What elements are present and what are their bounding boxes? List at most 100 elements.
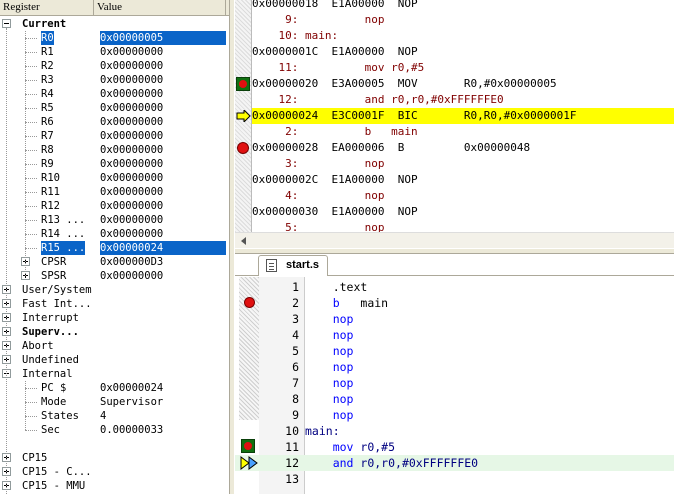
- tree-connector: [25, 234, 37, 235]
- editor-line[interactable]: 13: [235, 471, 674, 487]
- asm-line[interactable]: 0x00000018 E1A00000 NOP: [252, 0, 674, 12]
- code-keyword: nop: [332, 360, 354, 374]
- editor-line[interactable]: 4 nop: [235, 327, 674, 343]
- register-value: 0x00000000: [100, 270, 164, 282]
- editor-line[interactable]: 2 b main: [235, 295, 674, 311]
- editor-line[interactable]: 3 nop: [235, 311, 674, 327]
- scroll-left-arrow-icon[interactable]: [237, 234, 251, 248]
- register-row[interactable]: R14 ... 0x00000000: [0, 227, 229, 241]
- asm-line[interactable]: 0x00000030 E1A00000 NOP: [252, 204, 674, 220]
- line-number: 7: [292, 376, 299, 390]
- register-row[interactable]: CP15 - MMU: [0, 479, 229, 493]
- register-row[interactable]: Mode Supervisor: [0, 395, 229, 409]
- asm-line[interactable]: 0x00000028 EA000006 B 0x00000048: [252, 140, 674, 156]
- register-name: SPSR: [41, 270, 67, 282]
- source-line[interactable]: 3: nop: [252, 156, 674, 172]
- register-row[interactable]: R15 ... 0x00000024: [0, 241, 229, 255]
- source-line[interactable]: 9: nop: [252, 12, 674, 28]
- register-name: R2: [41, 60, 54, 72]
- source-line[interactable]: 12: and r0,r0,#0xFFFFFFE0: [252, 92, 674, 108]
- register-row[interactable]: R4 0x00000000: [0, 87, 229, 101]
- source-line[interactable]: 4: nop: [252, 188, 674, 204]
- collapse-minus-icon[interactable]: [2, 19, 11, 28]
- register-row[interactable]: R6 0x00000000: [0, 115, 229, 129]
- register-name: R6: [41, 116, 54, 128]
- editor-line[interactable]: 7 nop: [235, 375, 674, 391]
- code-keyword: nop: [332, 312, 354, 326]
- register-row[interactable]: CPSR 0x000000D3: [0, 255, 229, 269]
- register-value: 0x00000000: [100, 214, 164, 226]
- register-row[interactable]: CP15 - C...: [0, 465, 229, 479]
- register-row[interactable]: R13 ... 0x00000000: [0, 213, 229, 227]
- tree-connector: [25, 192, 37, 193]
- register-row[interactable]: PC $ 0x00000024: [0, 381, 229, 395]
- code-text: mov r0,#5: [305, 439, 395, 455]
- register-row[interactable]: R8 0x00000000: [0, 143, 229, 157]
- editor-line[interactable]: 12 and r0,r0,#0xFFFFFFE0: [235, 455, 674, 471]
- code-keyword: nop: [332, 408, 354, 422]
- register-row[interactable]: R7 0x00000000: [0, 129, 229, 143]
- register-row[interactable]: User/System: [0, 283, 229, 297]
- register-row[interactable]: Sec 0.00000033: [0, 423, 229, 437]
- editor-line[interactable]: 10 main:: [235, 423, 674, 439]
- register-row[interactable]: Undefined: [0, 353, 229, 367]
- source-line[interactable]: 2: b main: [252, 124, 674, 140]
- register-row[interactable]: Superv...: [0, 325, 229, 339]
- disassembly-horizontal-scrollbar[interactable]: [235, 232, 674, 248]
- source-line[interactable]: 5: nop: [252, 220, 674, 232]
- editor-tab-bar: start.s: [235, 254, 674, 276]
- asm-line[interactable]: 0x0000001C E1A00000 NOP: [252, 44, 674, 60]
- register-row[interactable]: R11 0x00000000: [0, 185, 229, 199]
- register-row[interactable]: Current: [0, 17, 229, 31]
- editor-line[interactable]: 8 nop: [235, 391, 674, 407]
- asm-line[interactable]: 0x00000024 E3C0001F BIC R0,R0,#0x0000001…: [252, 108, 674, 124]
- register-value: 0x00000000: [100, 172, 164, 184]
- editor-line[interactable]: 9 nop: [235, 407, 674, 423]
- asm-line[interactable]: 0x0000002C E1A00000 NOP: [252, 172, 674, 188]
- editor-line[interactable]: 6 nop: [235, 359, 674, 375]
- breakpoint-icon[interactable]: [237, 142, 249, 154]
- breakpoint-enabled-icon[interactable]: [241, 439, 255, 453]
- code-keyword: and: [332, 456, 354, 470]
- register-name: R15 ...: [41, 241, 86, 255]
- editor-line[interactable]: 11 mov r0,#5: [235, 439, 674, 455]
- source-editor[interactable]: 1 .text 2 b main 3 nop 4 nop 5 nop 6 nop 7 nop…: [235, 277, 674, 494]
- register-row[interactable]: R1 0x00000000: [0, 45, 229, 59]
- column-header-value[interactable]: Value: [94, 0, 226, 16]
- register-row[interactable]: Interrupt: [0, 311, 229, 325]
- register-row[interactable]: R12 0x00000000: [0, 199, 229, 213]
- register-row[interactable]: R10 0x00000000: [0, 171, 229, 185]
- asm-line[interactable]: 0x00000020 E3A00005 MOV R0,#0x00000005: [252, 76, 674, 92]
- tab-start-s[interactable]: start.s: [258, 255, 328, 276]
- register-row[interactable]: Internal: [0, 367, 229, 381]
- register-row[interactable]: R5 0x00000000: [0, 101, 229, 115]
- breakpoint-enabled-icon[interactable]: [236, 77, 250, 91]
- editor-line[interactable]: 5 nop: [235, 343, 674, 359]
- code-text: nop: [305, 359, 354, 375]
- register-row[interactable]: R2 0x00000000: [0, 59, 229, 73]
- register-value: 0x00000005: [100, 31, 226, 45]
- register-row[interactable]: Fast Int...: [0, 297, 229, 311]
- register-row[interactable]: Abort: [0, 339, 229, 353]
- register-row[interactable]: CP15: [0, 451, 229, 465]
- code-keyword: mov: [332, 440, 354, 454]
- register-name: R13 ...: [41, 214, 86, 226]
- editor-line[interactable]: 1 .text: [235, 279, 674, 295]
- register-row[interactable]: [0, 437, 229, 451]
- column-header-register[interactable]: Register: [0, 0, 94, 16]
- register-name: Interrupt: [22, 312, 79, 324]
- source-line[interactable]: 11: mov r0,#5: [252, 60, 674, 76]
- register-row[interactable]: States 4: [0, 409, 229, 423]
- source-line[interactable]: 10: main:: [252, 28, 674, 44]
- register-row[interactable]: SPSR 0x00000000: [0, 269, 229, 283]
- register-row[interactable]: R3 0x00000000: [0, 73, 229, 87]
- tree-connector: [25, 66, 37, 67]
- register-row[interactable]: R0 0x00000005: [0, 31, 229, 45]
- register-row[interactable]: R9 0x00000000: [0, 157, 229, 171]
- current-pc-arrow-icon: [240, 456, 260, 473]
- breakpoint-icon[interactable]: [244, 297, 255, 308]
- register-value: 0x00000000: [100, 186, 164, 198]
- code-text: nop: [305, 375, 354, 391]
